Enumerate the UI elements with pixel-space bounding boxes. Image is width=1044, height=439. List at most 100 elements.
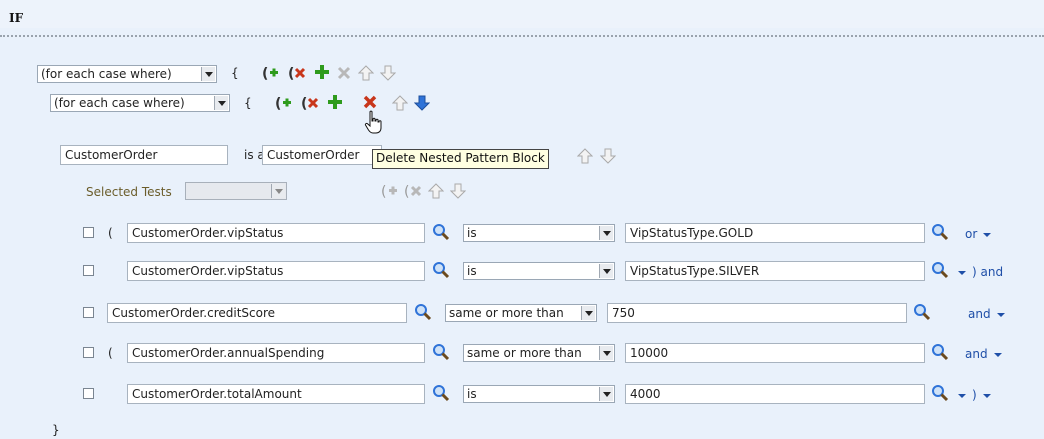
move-up-disabled-icon (577, 148, 593, 164)
search-icon[interactable] (931, 223, 949, 241)
test-operator-value: is (467, 387, 477, 401)
chevron-down-icon[interactable] (599, 264, 613, 278)
test-value-input[interactable]: VipStatusType.SILVER (625, 261, 925, 281)
svg-text:(: ( (301, 96, 307, 111)
move-down-disabled-icon (380, 65, 396, 81)
delete-parenthesis-disabled-icon: ( (404, 183, 422, 199)
add-pattern-icon[interactable] (314, 64, 330, 80)
chevron-down-icon (958, 393, 966, 398)
test-attribute-input[interactable]: CustomerOrder.creditScore (107, 303, 407, 323)
add-parenthesis-icon[interactable]: ( (275, 95, 291, 111)
search-icon[interactable] (931, 261, 949, 279)
chevron-down-icon (983, 232, 992, 237)
chevron-down-icon (996, 312, 1005, 317)
chevron-down-icon[interactable] (599, 387, 613, 401)
test-checkbox[interactable] (83, 388, 94, 399)
closing-brace: } (52, 423, 60, 437)
move-down-disabled-icon (450, 183, 466, 199)
test-operator-value: is (467, 226, 477, 240)
chevron-down-icon[interactable] (581, 306, 595, 320)
inner-open-brace: { (244, 96, 252, 110)
chevron-down-icon (993, 352, 1002, 357)
chevron-down-icon[interactable] (201, 67, 215, 81)
delete-parenthesis-icon[interactable]: ( (288, 65, 306, 81)
test-operator-value: same or more than (449, 306, 564, 320)
test-operator-select[interactable]: is (463, 385, 615, 403)
outer-quantifier-select[interactable]: (for each case where) (37, 65, 217, 83)
outer-quantifier-value: (for each case where) (41, 67, 172, 81)
search-icon[interactable] (432, 261, 450, 279)
chevron-down-icon (271, 184, 285, 198)
test-connector-menu[interactable]: and (965, 346, 1002, 362)
test-connector-menu[interactable]: ) (958, 387, 991, 403)
test-attribute-input[interactable]: CustomerOrder.annualSpending (127, 343, 425, 363)
test-checkbox[interactable] (83, 265, 94, 276)
search-icon[interactable] (432, 223, 450, 241)
test-operator-value: is (467, 264, 477, 278)
search-icon[interactable] (913, 303, 931, 321)
if-section-header: IF (0, 0, 1044, 28)
test-operator-value: same or more than (467, 346, 582, 360)
move-up-disabled-icon (358, 65, 374, 81)
connector-label: or (965, 227, 978, 241)
test-checkbox[interactable] (83, 227, 94, 238)
add-pattern-icon[interactable] (327, 94, 343, 110)
connector-label: and (968, 307, 991, 321)
delete-nested-pattern-block-icon[interactable] (362, 94, 378, 110)
test-value-input[interactable]: 4000 (625, 384, 925, 404)
test-connector-menu[interactable]: and (968, 306, 1005, 322)
svg-text:(: ( (404, 184, 409, 199)
add-parenthesis-disabled-icon: ( (381, 183, 397, 199)
test-attribute-input[interactable]: CustomerOrder.vipStatus (127, 223, 425, 243)
pattern-variable-input[interactable]: CustomerOrder (60, 145, 228, 165)
test-connector-menu[interactable]: or (965, 226, 992, 242)
tooltip: Delete Nested Pattern Block (372, 149, 549, 169)
delete-parenthesis-icon[interactable]: ( (301, 95, 319, 111)
chevron-down-icon (982, 393, 991, 398)
test-open-paren: ( (108, 226, 113, 240)
svg-text:(: ( (262, 66, 268, 81)
selected-tests-select (185, 182, 287, 200)
test-open-paren: ( (108, 346, 113, 360)
move-down-icon[interactable] (414, 95, 430, 111)
add-parenthesis-icon[interactable]: ( (262, 65, 278, 81)
test-attribute-input[interactable]: CustomerOrder.totalAmount (127, 384, 425, 404)
inner-quantifier-select[interactable]: (for each case where) (50, 94, 230, 112)
move-up-disabled-icon (392, 95, 408, 111)
delete-pattern-disabled-icon (336, 65, 352, 81)
svg-text:(: ( (288, 66, 294, 81)
move-up-disabled-icon (428, 183, 444, 199)
move-down-disabled-icon (600, 148, 616, 164)
search-icon[interactable] (432, 343, 450, 361)
pattern-type-input[interactable]: CustomerOrder (262, 145, 382, 165)
section-title: IF (9, 11, 24, 25)
test-operator-select[interactable]: same or more than (463, 344, 615, 362)
selected-tests-label: Selected Tests (86, 185, 172, 199)
search-icon[interactable] (931, 384, 949, 402)
connector-label: ) and (972, 265, 1004, 279)
test-connector-menu[interactable]: ) and (958, 264, 1003, 280)
chevron-down-icon[interactable] (599, 226, 613, 240)
test-attribute-input[interactable]: CustomerOrder.vipStatus (127, 261, 425, 281)
chevron-down-icon (958, 270, 966, 275)
test-value-input[interactable]: 750 (607, 303, 907, 323)
hand-cursor-icon (364, 110, 384, 136)
search-icon[interactable] (414, 303, 432, 321)
inner-quantifier-value: (for each case where) (54, 96, 185, 110)
connector-label: and (965, 347, 988, 361)
dotted-divider (0, 35, 1044, 37)
test-checkbox[interactable] (83, 347, 94, 358)
search-icon[interactable] (931, 343, 949, 361)
svg-text:(: ( (275, 96, 281, 111)
test-value-input[interactable]: VipStatusType.GOLD (625, 223, 925, 243)
test-operator-select[interactable]: is (463, 224, 615, 242)
search-icon[interactable] (432, 384, 450, 402)
chevron-down-icon[interactable] (214, 96, 228, 110)
svg-text:(: ( (381, 184, 386, 199)
test-value-input[interactable]: 10000 (625, 343, 925, 363)
test-operator-select[interactable]: same or more than (445, 304, 597, 322)
outer-open-brace: { (231, 66, 239, 80)
test-checkbox[interactable] (83, 307, 94, 318)
test-operator-select[interactable]: is (463, 262, 615, 280)
chevron-down-icon[interactable] (599, 346, 613, 360)
